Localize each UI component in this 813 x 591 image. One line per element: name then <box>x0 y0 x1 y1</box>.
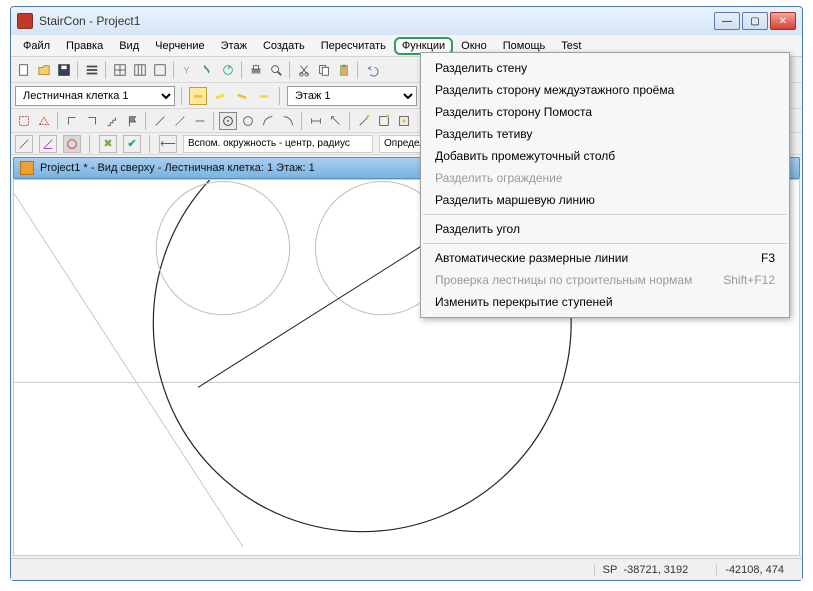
layer1-icon[interactable] <box>189 87 207 105</box>
open-icon[interactable] <box>35 61 53 79</box>
window-title: StairCon - Project1 <box>39 14 714 28</box>
menu-этаж[interactable]: Этаж <box>213 37 255 55</box>
document-tab-label: Project1 * - Вид сверху - Лестничная кле… <box>40 162 315 174</box>
arc1-icon[interactable] <box>259 112 277 130</box>
svg-text:Y: Y <box>184 65 190 75</box>
save-icon[interactable] <box>55 61 73 79</box>
grid2-icon[interactable] <box>131 61 149 79</box>
stairwell-combo[interactable]: Лестничная клетка 1 <box>15 86 175 106</box>
dim2-icon[interactable] <box>327 112 345 130</box>
menuitem-разделить-тетиву[interactable]: Разделить тетиву <box>421 123 789 145</box>
circle-icon[interactable] <box>239 112 257 130</box>
titlebar: StairCon - Project1 — ▢ ✕ <box>11 7 802 35</box>
menuitem-автоматические-размерные-линии[interactable]: Автоматические размерные линииF3 <box>421 247 789 269</box>
line1-icon[interactable] <box>151 112 169 130</box>
circle-sel-icon[interactable] <box>219 112 237 130</box>
maximize-button[interactable]: ▢ <box>742 12 768 30</box>
menu-вид[interactable]: Вид <box>111 37 147 55</box>
layer2-icon[interactable] <box>211 87 229 105</box>
menuitem-разделить-сторону-междуэтажного-проёма[interactable]: Разделить сторону междуэтажного проёма <box>421 79 789 101</box>
statusbar: SP -38721, 3192 -42108, 474 <box>11 558 802 580</box>
ctx-ok-icon[interactable]: ✔ <box>123 135 141 153</box>
menu-правка[interactable]: Правка <box>58 37 111 55</box>
menu-файл[interactable]: Файл <box>15 37 58 55</box>
menuitem-разделить-угол[interactable]: Разделить угол <box>421 218 789 240</box>
ctx-check-icon[interactable]: ✖ <box>99 135 117 153</box>
status-coord: -42108, 474 <box>716 564 792 576</box>
corner-stair-icon[interactable] <box>103 112 121 130</box>
status-sp: SP -38721, 3192 <box>594 564 697 576</box>
layer4-icon[interactable] <box>255 87 273 105</box>
edit-shape2-icon[interactable] <box>395 112 413 130</box>
select-poly-icon[interactable] <box>35 112 53 130</box>
menu-пересчитать[interactable]: Пересчитать <box>313 37 394 55</box>
grid1-icon[interactable] <box>111 61 129 79</box>
cut-icon[interactable] <box>295 61 313 79</box>
list-icon[interactable] <box>83 61 101 79</box>
select-rect-icon[interactable] <box>15 112 33 130</box>
copy-icon[interactable] <box>315 61 333 79</box>
tool-s-icon[interactable] <box>199 61 217 79</box>
line2-icon[interactable] <box>171 112 189 130</box>
undo-icon[interactable] <box>363 61 381 79</box>
floor-combo[interactable]: Этаж 1 <box>287 86 417 106</box>
paste-icon[interactable] <box>335 61 353 79</box>
menuitem-разделить-маршевую-линию[interactable]: Разделить маршевую линию <box>421 189 789 211</box>
menuitem-разделить-сторону-помоста[interactable]: Разделить сторону Помоста <box>421 101 789 123</box>
menu-черчение[interactable]: Черчение <box>147 37 213 55</box>
minimize-button[interactable]: — <box>714 12 740 30</box>
tool-y-icon[interactable]: Y <box>179 61 197 79</box>
arc2-icon[interactable] <box>279 112 297 130</box>
layer3-icon[interactable] <box>233 87 251 105</box>
grid3-icon[interactable] <box>151 61 169 79</box>
preview-icon[interactable] <box>267 61 285 79</box>
menuitem-разделить-стену[interactable]: Разделить стену <box>421 57 789 79</box>
document-icon <box>20 161 34 175</box>
refresh-icon[interactable] <box>219 61 237 79</box>
dim1-icon[interactable] <box>307 112 325 130</box>
print-icon[interactable] <box>247 61 265 79</box>
edit-shape1-icon[interactable] <box>375 112 393 130</box>
new-icon[interactable] <box>15 61 33 79</box>
functions-menu: Разделить стенуРазделить сторону междуэт… <box>420 52 790 318</box>
ctx-line-icon[interactable] <box>15 135 33 153</box>
ctx-back-icon[interactable]: ⟵ <box>159 135 177 153</box>
context-help-field: Вспом. окружность - центр, радиус <box>183 135 373 153</box>
app-icon <box>17 13 33 29</box>
edit-line-icon[interactable] <box>355 112 373 130</box>
menuitem-добавить-промежуточный-столб[interactable]: Добавить промежуточный столб <box>421 145 789 167</box>
window-controls: — ▢ ✕ <box>714 12 796 30</box>
line3-icon[interactable] <box>191 112 209 130</box>
menuitem-проверка-лестницы-по-строительным-нормам: Проверка лестницы по строительным нормам… <box>421 269 789 291</box>
close-button[interactable]: ✕ <box>770 12 796 30</box>
flag-icon[interactable] <box>123 112 141 130</box>
ctx-angle-icon[interactable] <box>39 135 57 153</box>
corner-tl-icon[interactable] <box>63 112 81 130</box>
menu-создать[interactable]: Создать <box>255 37 313 55</box>
menuitem-изменить-перекрытие-ступеней[interactable]: Изменить перекрытие ступеней <box>421 291 789 313</box>
ctx-circle-icon[interactable] <box>63 135 81 153</box>
menuitem-разделить-ограждение: Разделить ограждение <box>421 167 789 189</box>
corner-tr-icon[interactable] <box>83 112 101 130</box>
